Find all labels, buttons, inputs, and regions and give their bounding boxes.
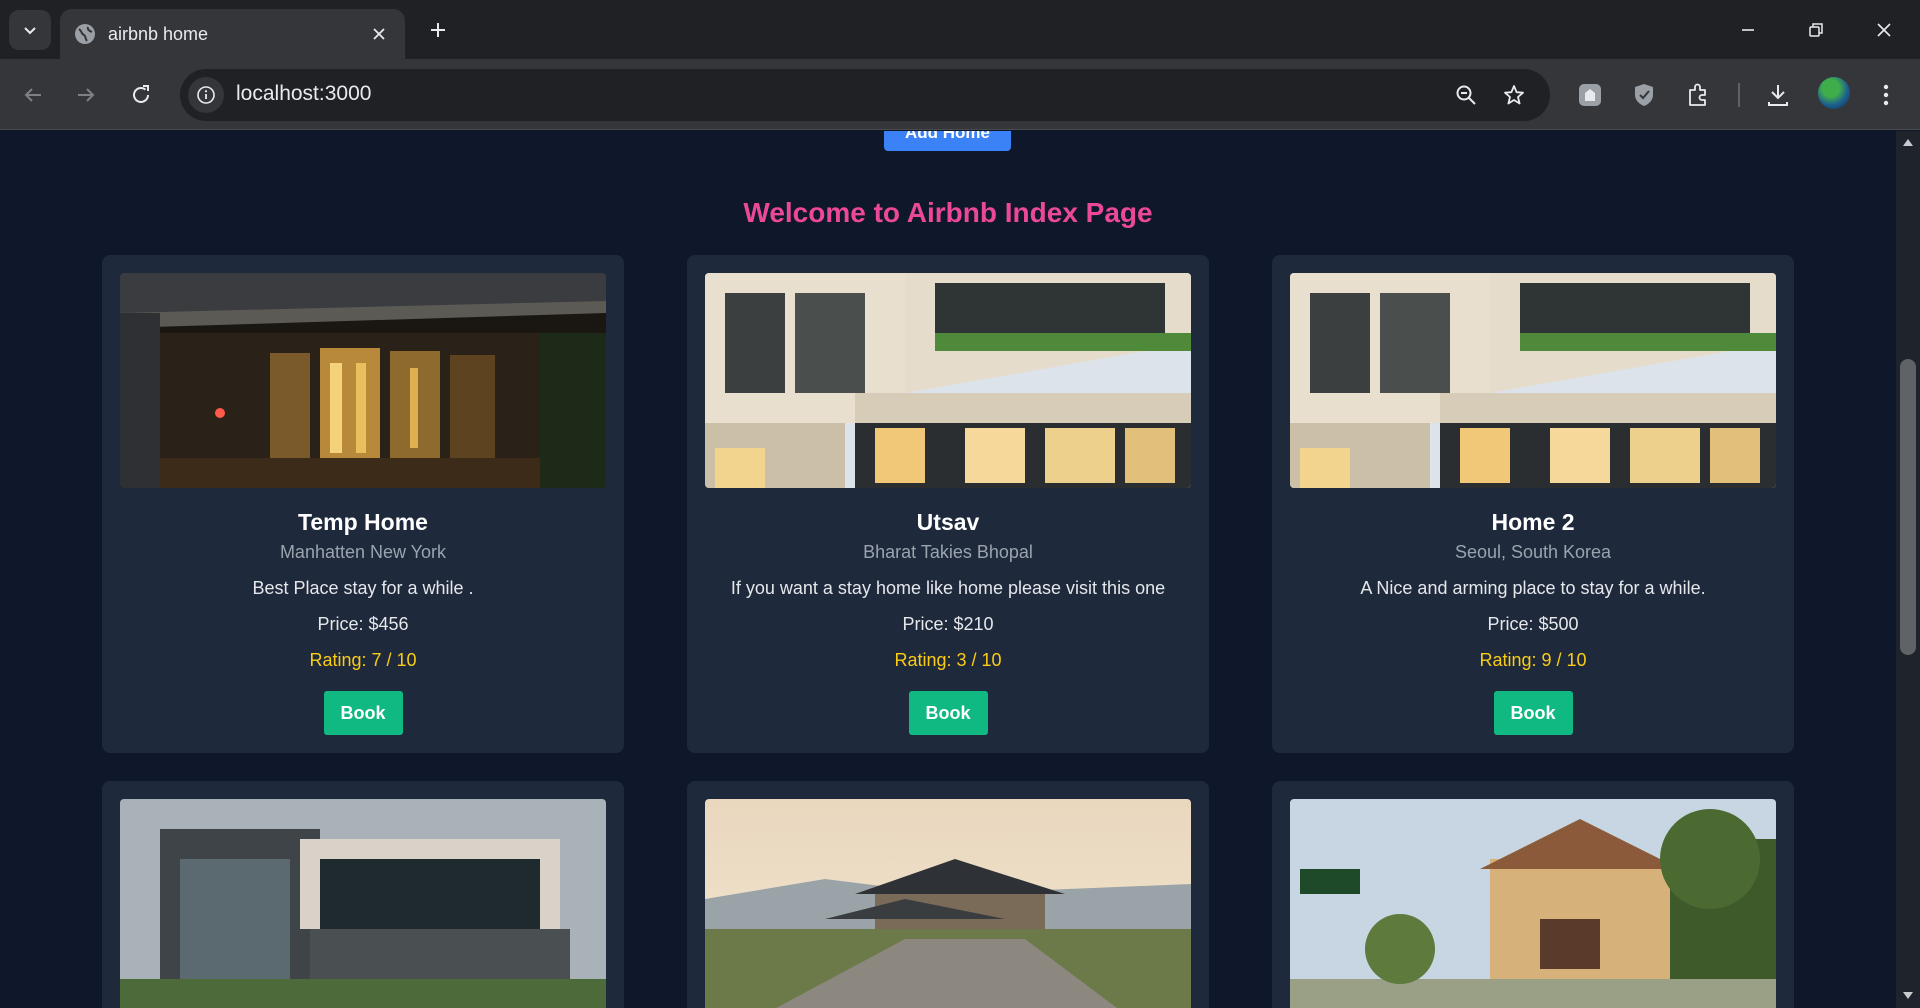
home-photo — [705, 799, 1191, 1008]
home-location: Manhatten New York — [279, 542, 447, 562]
book-button[interactable]: Book — [908, 691, 988, 735]
scroll-up-arrow-icon[interactable] — [1902, 137, 1914, 147]
extension-1-button[interactable] — [1572, 77, 1608, 113]
extension-app-icon — [1579, 84, 1601, 106]
info-icon — [197, 86, 215, 104]
tab-search-button[interactable] — [9, 10, 51, 50]
toolbar-divider — [1738, 83, 1740, 107]
profile-avatar[interactable] — [1818, 77, 1850, 109]
close-window-button[interactable] — [1854, 10, 1914, 50]
back-button[interactable] — [14, 76, 52, 114]
book-button[interactable]: Book — [1493, 691, 1573, 735]
shield-icon — [1635, 84, 1653, 106]
add-home-button[interactable]: Add Home — [884, 131, 1011, 151]
restore-icon — [1809, 23, 1823, 37]
home-photo — [705, 273, 1191, 488]
menu-button[interactable] — [1868, 77, 1904, 113]
extensions-button[interactable] — [1680, 77, 1716, 113]
url-text[interactable]: localhost:3000 — [236, 82, 371, 106]
home-price: Price: $500 — [1487, 614, 1579, 634]
kebab-menu-icon — [1883, 84, 1889, 106]
tab-close-button[interactable] — [367, 22, 391, 46]
puzzle-icon — [1689, 83, 1706, 106]
chevron-down-icon — [24, 27, 36, 35]
browser-toolbar: localhost:3000 — [0, 59, 1920, 130]
forward-button[interactable] — [67, 76, 105, 114]
home-location: Bharat Takies Bhopal — [863, 542, 1033, 562]
globe-icon — [75, 24, 95, 44]
downloads-button[interactable] — [1760, 77, 1796, 113]
home-card — [102, 781, 624, 1008]
address-bar[interactable]: localhost:3000 — [180, 69, 1550, 121]
minimize-icon — [1742, 29, 1754, 31]
home-description: A Nice and arming place to stay for a wh… — [1360, 578, 1706, 598]
zoom-button[interactable] — [1452, 81, 1480, 109]
home-rating: Rating: 9 / 10 — [1479, 650, 1587, 670]
minimize-button[interactable] — [1718, 10, 1778, 50]
home-card: Temp Home Manhatten New York Best Place … — [102, 255, 624, 753]
scroll-down-arrow-icon[interactable] — [1902, 991, 1914, 1001]
close-icon — [373, 28, 385, 40]
home-price: Price: $456 — [317, 614, 409, 634]
home-location: Seoul, South Korea — [1454, 542, 1612, 562]
home-photo — [120, 273, 606, 488]
reload-button[interactable] — [122, 76, 160, 114]
new-tab-button[interactable] — [424, 16, 452, 44]
home-rating: Rating: 3 / 10 — [894, 650, 1002, 670]
home-name: Home 2 — [1491, 509, 1575, 535]
page-heading: Welcome to Airbnb Index Page — [743, 197, 1153, 228]
home-photo — [1290, 799, 1776, 1008]
home-description: If you want a stay home like home please… — [730, 578, 1166, 598]
close-icon — [1877, 23, 1891, 37]
restore-button[interactable] — [1786, 10, 1846, 50]
tab-title: airbnb home — [108, 23, 209, 44]
home-photo — [120, 799, 606, 1008]
arrow-right-icon — [78, 88, 95, 102]
zoom-out-icon — [1456, 85, 1476, 105]
browser-tab[interactable]: airbnb home — [60, 9, 405, 59]
home-description: Best Place stay for a while . — [252, 578, 474, 598]
home-card — [1272, 781, 1794, 1008]
bookmark-button[interactable] — [1500, 81, 1528, 109]
page-viewport: Add Home Welcome to Airbnb Index Page Te… — [0, 131, 1896, 1008]
page-scrollbar[interactable] — [1896, 131, 1920, 1008]
home-card: Home 2 Seoul, South Korea A Nice and arm… — [1272, 255, 1794, 753]
home-rating: Rating: 7 / 10 — [309, 650, 417, 670]
home-card: Utsav Bharat Takies Bhopal If you want a… — [687, 255, 1209, 753]
home-price: Price: $210 — [902, 614, 994, 634]
star-icon — [1504, 85, 1524, 105]
arrow-left-icon — [24, 88, 41, 102]
home-card — [687, 781, 1209, 1008]
book-button[interactable]: Book — [323, 691, 403, 735]
plus-icon — [431, 23, 445, 37]
home-name: Temp Home — [298, 509, 428, 535]
download-icon — [1768, 85, 1788, 106]
extension-2-button[interactable] — [1626, 77, 1662, 113]
home-name: Utsav — [916, 509, 980, 535]
scrollbar-thumb[interactable] — [1900, 359, 1916, 655]
home-photo — [1290, 273, 1776, 488]
browser-tab-strip: airbnb home — [0, 0, 1920, 59]
reload-icon — [133, 85, 149, 103]
site-info-button[interactable] — [188, 77, 224, 113]
